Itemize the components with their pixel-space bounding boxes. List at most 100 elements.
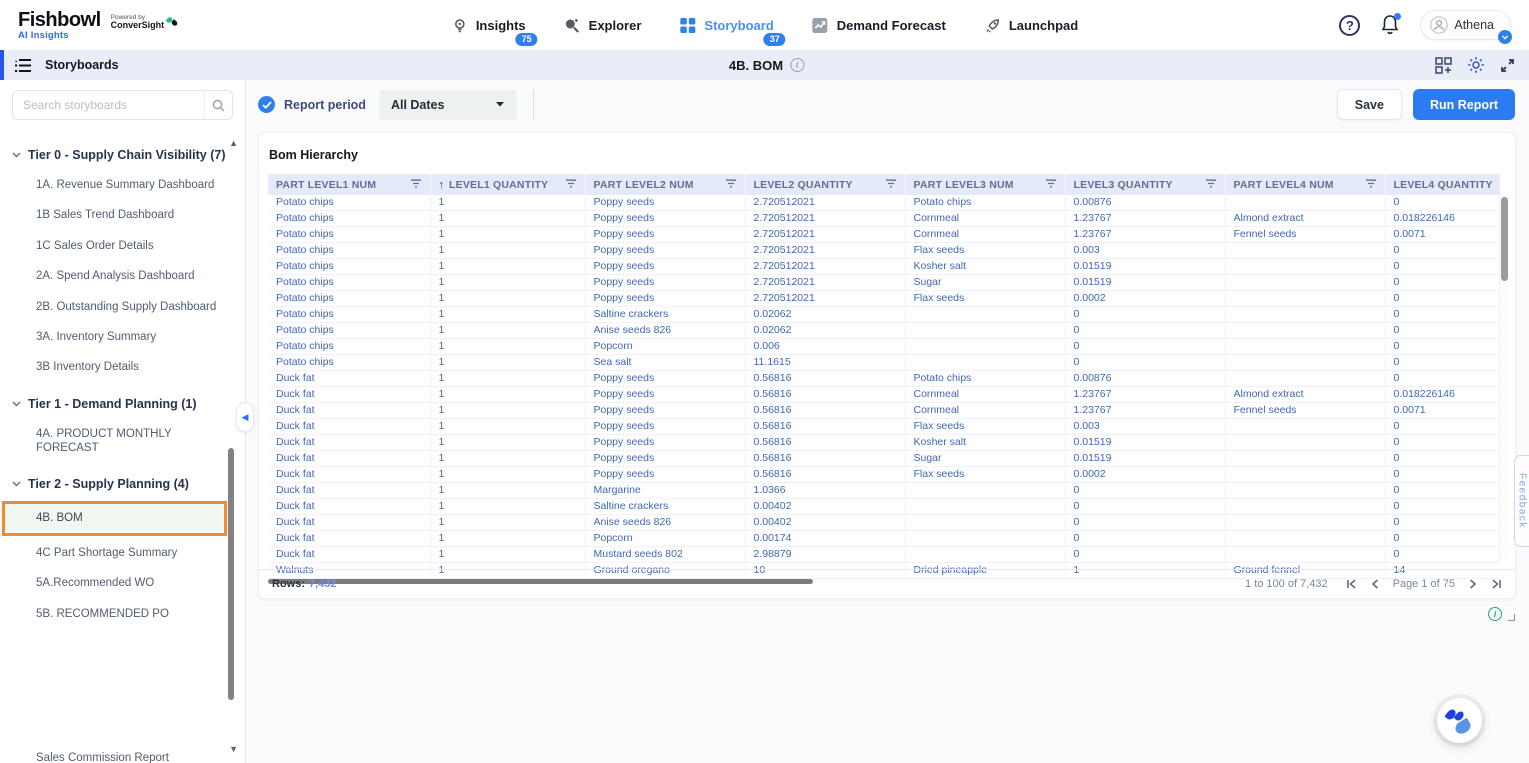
last-page-icon[interactable]	[1491, 579, 1502, 589]
sidebar-item-3a-inventory-summary[interactable]: 3A. Inventory Summary	[0, 322, 245, 352]
sidebar-item-3b-inventory-details[interactable]: 3B Inventory Details	[0, 352, 245, 382]
table-row[interactable]: Duck fat1Anise seeds 8260.0040200	[268, 515, 1500, 531]
report-period-checkbox[interactable]	[258, 96, 275, 113]
table-row[interactable]: Duck fat1Poppy seeds0.56816Kosher salt0.…	[268, 435, 1500, 451]
table-row[interactable]: Duck fat1Poppy seeds0.56816Sugar0.015190	[268, 451, 1500, 467]
column-header-level1-quantity[interactable]: ↑LEVEL1 QUANTITY	[430, 174, 585, 195]
filter-icon[interactable]	[1205, 179, 1217, 191]
table-vertical-scrollbar[interactable]	[1499, 195, 1508, 562]
filter-icon[interactable]	[1365, 179, 1377, 191]
scroll-up-icon[interactable]: ▲	[229, 138, 238, 148]
nav-item-demand-forecast[interactable]: Demand Forecast	[812, 17, 946, 34]
run-report-button[interactable]: Run Report	[1413, 89, 1515, 120]
sidebar-scrollbar[interactable]	[228, 448, 234, 700]
scroll-down-icon[interactable]: ▼	[229, 744, 238, 754]
table-cell: 0	[1065, 531, 1225, 547]
table-row[interactable]: Duck fat1Poppy seeds0.56816Cornmeal1.237…	[268, 403, 1500, 419]
column-header-level4-quantity[interactable]: LEVEL4 QUANTITY	[1385, 174, 1500, 195]
save-button[interactable]: Save	[1337, 89, 1402, 120]
table-cell: 0	[1065, 339, 1225, 355]
table-cell: Sugar	[905, 275, 1065, 291]
settings-gear-icon[interactable]	[1467, 56, 1485, 74]
notifications-bell-icon[interactable]	[1380, 14, 1400, 36]
sidebar-item-2a-spend-analysis-dashboard[interactable]: 2A. Spend Analysis Dashboard	[0, 261, 245, 291]
table-row[interactable]: Potato chips1Poppy seeds2.720512021Potat…	[268, 195, 1500, 211]
sidebar-item-5b-recommended-po[interactable]: 5B. RECOMMENDED PO	[0, 599, 245, 629]
feedback-tab[interactable]: Feedback	[1514, 455, 1529, 547]
table-row[interactable]: Duck fat1Mustard seeds 8022.9887900	[268, 547, 1500, 563]
sidebar-item-4c-part-shortage-summary[interactable]: 4C Part Shortage Summary	[0, 538, 245, 568]
table-row[interactable]: Duck fat1Poppy seeds0.56816Potato chips0…	[268, 371, 1500, 387]
column-header-part-level1-num[interactable]: PART LEVEL1 NUM	[268, 174, 430, 195]
sidebar-item-1a-revenue-summary-dashboard[interactable]: 1A. Revenue Summary Dashboard	[0, 170, 245, 200]
table-row[interactable]: Potato chips1Poppy seeds2.720512021Flax …	[268, 243, 1500, 259]
storyboards-list-icon[interactable]	[14, 58, 33, 73]
conversight-chat-button[interactable]	[1437, 698, 1482, 743]
tree-group-header[interactable]: Tier 0 - Supply Chain Visibility (7)	[0, 140, 245, 170]
table-cell: 1	[430, 371, 585, 387]
table-cell: Potato chips	[268, 243, 430, 259]
table-row[interactable]: Potato chips1Sea salt11.161500	[268, 355, 1500, 371]
table-row[interactable]: Potato chips1Poppy seeds2.720512021Cornm…	[268, 211, 1500, 227]
filter-icon[interactable]	[725, 179, 737, 191]
column-header-part-level2-num[interactable]: PART LEVEL2 NUM	[585, 174, 745, 195]
table-cell: Popcorn	[585, 531, 745, 547]
table-row[interactable]: Potato chips1Poppy seeds2.720512021Sugar…	[268, 275, 1500, 291]
nav-item-storyboard[interactable]: Storyboard37	[679, 17, 773, 34]
nav-item-explorer[interactable]: Explorer	[564, 17, 642, 34]
column-header-part-level4-num[interactable]: PART LEVEL4 NUM	[1225, 174, 1385, 195]
sidebar-item-4b-bom[interactable]: 4B. BOM	[2, 501, 227, 535]
table-row[interactable]: Duck fat1Poppy seeds0.56816Flax seeds0.0…	[268, 419, 1500, 435]
expand-icon[interactable]	[1500, 58, 1515, 73]
filter-icon[interactable]	[1045, 179, 1057, 191]
column-header-level2-quantity[interactable]: LEVEL2 QUANTITY	[745, 174, 905, 195]
report-period-dropdown[interactable]: All Dates	[379, 90, 517, 120]
help-icon[interactable]: ?	[1339, 15, 1360, 36]
table-cell	[1225, 531, 1385, 547]
table-cell: Anise seeds 826	[585, 323, 745, 339]
resize-handle-icon[interactable]	[1508, 614, 1515, 621]
table-row[interactable]: Duck fat1Saltine crackers0.0040200	[268, 499, 1500, 515]
sidebar-item-partial[interactable]: Sales Commission Report	[36, 752, 169, 763]
first-page-icon[interactable]	[1346, 579, 1357, 589]
column-header-level3-quantity[interactable]: LEVEL3 QUANTITY	[1065, 174, 1225, 195]
sidebar-item-4a-product-monthly-forecast[interactable]: 4A. PRODUCT MONTHLY FORECAST	[0, 419, 245, 464]
table-cell	[1225, 419, 1385, 435]
filter-icon[interactable]	[565, 179, 577, 191]
column-header-part-level3-num[interactable]: PART LEVEL3 NUM	[905, 174, 1065, 195]
table-row[interactable]: Potato chips1Poppy seeds2.720512021Koshe…	[268, 259, 1500, 275]
sidebar-collapse-handle[interactable]: ◀	[236, 402, 254, 432]
card-info-icon[interactable]: i	[1488, 607, 1502, 621]
table-row[interactable]: Potato chips1Poppy seeds2.720512021Flax …	[268, 291, 1500, 307]
nav-item-insights[interactable]: Insights75	[451, 17, 526, 34]
table-row[interactable]: Duck fat1Popcorn0.0017400	[268, 531, 1500, 547]
table-row[interactable]: Duck fat1Poppy seeds0.56816Flax seeds0.0…	[268, 467, 1500, 483]
add-widget-icon[interactable]	[1435, 57, 1452, 74]
table-row[interactable]: Potato chips1Popcorn0.00600	[268, 339, 1500, 355]
tree-group-header[interactable]: Tier 2 - Supply Planning (4)	[0, 469, 245, 499]
table-row[interactable]: Duck fat1Poppy seeds0.56816Cornmeal1.237…	[268, 387, 1500, 403]
table-row[interactable]: Potato chips1Poppy seeds2.720512021Cornm…	[268, 227, 1500, 243]
search-icon[interactable]	[204, 91, 232, 119]
group-label: Tier 1 - Demand Planning (1)	[28, 397, 197, 411]
sidebar-item-1b-sales-trend-dashboard[interactable]: 1B Sales Trend Dashboard	[0, 200, 245, 230]
tree-group-header[interactable]: Tier 1 - Demand Planning (1)	[0, 389, 245, 419]
next-page-icon[interactable]	[1469, 579, 1477, 589]
sidebar-item-2b-outstanding-supply-dashboard[interactable]: 2B. Outstanding Supply Dashboard	[0, 292, 245, 322]
user-menu[interactable]: Athena	[1420, 10, 1511, 40]
prev-page-icon[interactable]	[1371, 579, 1379, 589]
table-cell: Poppy seeds	[585, 211, 745, 227]
table-cell: Duck fat	[268, 451, 430, 467]
conversight-logo-icon	[167, 16, 179, 28]
table-row[interactable]: Potato chips1Saltine crackers0.0206200	[268, 307, 1500, 323]
table-row[interactable]: Potato chips1Anise seeds 8260.0206200	[268, 323, 1500, 339]
search-input[interactable]	[12, 90, 233, 120]
table-row[interactable]: Duck fat1Margarine1.036600	[268, 483, 1500, 499]
page-info-icon[interactable]: i	[790, 58, 804, 72]
filter-icon[interactable]	[885, 179, 897, 191]
sidebar-item-1c-sales-order-details[interactable]: 1C Sales Order Details	[0, 231, 245, 261]
sidebar-item-5a-recommended-wo[interactable]: 5A.Recommended WO	[0, 568, 245, 598]
table-cell: Poppy seeds	[585, 243, 745, 259]
nav-item-launchpad[interactable]: Launchpad	[984, 17, 1078, 34]
filter-icon[interactable]	[410, 179, 422, 191]
